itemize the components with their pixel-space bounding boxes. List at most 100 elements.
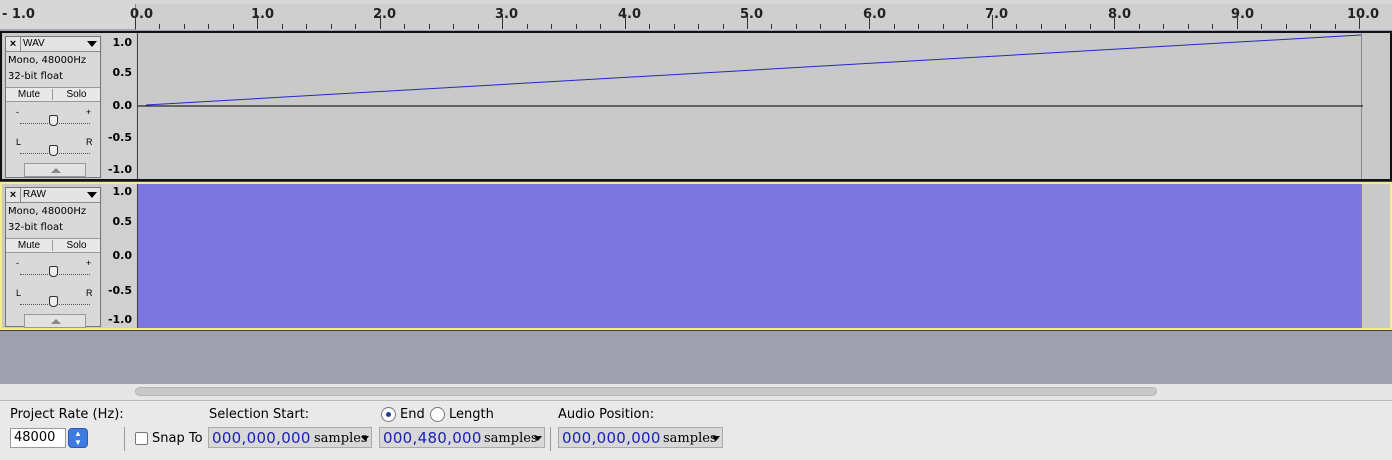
project-rate-stepper[interactable]: ▲ ▼ bbox=[68, 428, 88, 448]
close-track-button[interactable]: × bbox=[6, 188, 21, 202]
track-name[interactable]: RAW bbox=[23, 189, 46, 201]
ruler-tick bbox=[330, 24, 332, 29]
ruler-tick bbox=[1359, 15, 1360, 29]
vruler-label: 0.0 bbox=[112, 249, 133, 262]
track-wav[interactable]: × WAV Mono, 48000Hz 32-bit float Mute So… bbox=[0, 31, 1392, 181]
gain-slider-knob[interactable] bbox=[49, 266, 58, 277]
vruler-label: -1.0 bbox=[107, 313, 132, 326]
waveform-svg bbox=[138, 34, 1363, 107]
ruler-label: 6.0 bbox=[863, 7, 887, 22]
ruler-label: 4.0 bbox=[618, 7, 642, 22]
pan-right-label: R bbox=[86, 137, 93, 147]
pan-slider[interactable]: L R bbox=[16, 137, 94, 159]
timeline-ruler[interactable]: - 1.0 0.0 1.0 2.0 3.0 4.0 5.0 6.0 7.0 8.… bbox=[0, 0, 1392, 30]
track-menu-chevron-icon[interactable] bbox=[87, 192, 97, 198]
vruler-label: -1.0 bbox=[107, 163, 132, 176]
collapse-track-button[interactable] bbox=[24, 314, 86, 328]
track-sample-format: 32-bit float bbox=[8, 71, 64, 82]
close-track-button[interactable]: × bbox=[6, 37, 21, 51]
ruler-tick bbox=[281, 24, 283, 29]
track-title-bar[interactable]: × RAW bbox=[6, 188, 100, 203]
gain-slider[interactable]: - + bbox=[16, 107, 94, 129]
ruler-tick bbox=[404, 24, 406, 29]
end-radio[interactable] bbox=[381, 407, 396, 422]
track-raw[interactable]: × RAW Mono, 48000Hz 32-bit float Mute So… bbox=[0, 181, 1392, 331]
track-sample-format: 32-bit float bbox=[8, 222, 64, 233]
ruler-tick bbox=[159, 24, 161, 29]
ruler-label: 0.0 bbox=[130, 7, 154, 22]
selection-end-value: 000,480,000 bbox=[383, 429, 482, 447]
ruler-label: - 1.0 bbox=[2, 7, 35, 22]
ruler-tick bbox=[869, 15, 871, 29]
track-menu-chevron-icon[interactable] bbox=[87, 41, 97, 47]
collapse-track-button[interactable] bbox=[24, 163, 86, 177]
pan-left-label: L bbox=[16, 137, 22, 147]
ruler-tick bbox=[183, 24, 185, 29]
ruler-label: 7.0 bbox=[985, 7, 1009, 22]
ruler-label: 5.0 bbox=[740, 7, 764, 22]
solo-button[interactable]: Solo bbox=[53, 240, 100, 251]
snap-to-checkbox[interactable] bbox=[135, 432, 148, 445]
vruler-label: -0.5 bbox=[107, 131, 132, 144]
pan-slider-knob[interactable] bbox=[49, 296, 58, 307]
vruler-label: 0.5 bbox=[112, 215, 133, 228]
project-rate-input[interactable]: 48000 bbox=[10, 428, 66, 448]
audio-position-field[interactable]: 000,000,000 samples bbox=[558, 427, 723, 448]
ruler-label: 1.0 bbox=[251, 7, 275, 22]
pan-slider[interactable]: L R bbox=[16, 288, 94, 310]
ruler-label: 9.0 bbox=[1231, 7, 1255, 22]
ruler-tick bbox=[722, 24, 724, 29]
track-control-panel: × WAV Mono, 48000Hz 32-bit float Mute So… bbox=[5, 36, 101, 178]
track-control-panel: × RAW Mono, 48000Hz 32-bit float Mute So… bbox=[5, 187, 101, 328]
vruler-label: -0.5 bbox=[107, 284, 132, 297]
ruler-tick bbox=[208, 24, 210, 29]
gain-minus-label: - bbox=[16, 107, 19, 117]
units-dropdown-icon[interactable] bbox=[534, 436, 542, 441]
selection-start-units: samples bbox=[314, 431, 368, 446]
toolbar-separator bbox=[550, 427, 551, 451]
ruler-tick bbox=[1040, 24, 1042, 29]
pan-left-label: L bbox=[16, 288, 22, 298]
track-name[interactable]: WAV bbox=[23, 38, 45, 50]
selection-end-field[interactable]: 000,480,000 samples bbox=[379, 427, 545, 448]
gain-slider-knob[interactable] bbox=[49, 115, 58, 126]
units-dropdown-icon[interactable] bbox=[361, 436, 369, 441]
units-dropdown-icon[interactable] bbox=[712, 436, 720, 441]
selection-start-field[interactable]: 000,000,000 samples bbox=[208, 427, 372, 448]
waveform-area[interactable] bbox=[137, 184, 1362, 328]
waveform-area[interactable] bbox=[137, 33, 1363, 179]
ruler-tick bbox=[379, 15, 381, 29]
gain-minus-label: - bbox=[16, 258, 19, 268]
toolbar-separator bbox=[124, 427, 125, 451]
end-label: End bbox=[400, 407, 425, 422]
ruler-tick bbox=[893, 24, 895, 29]
ruler-tick bbox=[306, 24, 308, 29]
vertical-ruler: 1.0 0.5 0.0 -0.5 -1.0 bbox=[102, 184, 136, 328]
ruler-tick bbox=[428, 24, 430, 29]
solo-button[interactable]: Solo bbox=[53, 89, 100, 100]
ruler-label: 2.0 bbox=[373, 7, 397, 22]
ruler-tick bbox=[673, 24, 675, 29]
ruler-band bbox=[135, 4, 1392, 30]
ruler-label: 3.0 bbox=[495, 7, 519, 22]
pan-slider-knob[interactable] bbox=[49, 145, 58, 156]
track-title-bar[interactable]: × WAV bbox=[6, 37, 100, 52]
pan-right-label: R bbox=[86, 288, 93, 298]
ruler-tick bbox=[477, 24, 479, 29]
ruler-tick bbox=[232, 24, 234, 29]
horizontal-scrollbar[interactable] bbox=[135, 387, 1157, 396]
ruler-tick bbox=[771, 24, 773, 29]
vruler-label: 1.0 bbox=[112, 36, 133, 49]
length-radio[interactable] bbox=[430, 407, 445, 422]
ruler-tick bbox=[1138, 24, 1140, 29]
ruler-tick bbox=[1016, 24, 1018, 29]
ruler-tick bbox=[1310, 24, 1312, 29]
mute-button[interactable]: Mute bbox=[6, 89, 53, 100]
gain-slider[interactable]: - + bbox=[16, 258, 94, 280]
ruler-tick bbox=[844, 24, 846, 29]
waveform-line bbox=[145, 34, 1362, 106]
selection-end-units: samples bbox=[484, 431, 538, 446]
ruler-tick bbox=[820, 24, 822, 29]
mute-button[interactable]: Mute bbox=[6, 240, 53, 251]
vruler-label: 1.0 bbox=[112, 185, 133, 198]
